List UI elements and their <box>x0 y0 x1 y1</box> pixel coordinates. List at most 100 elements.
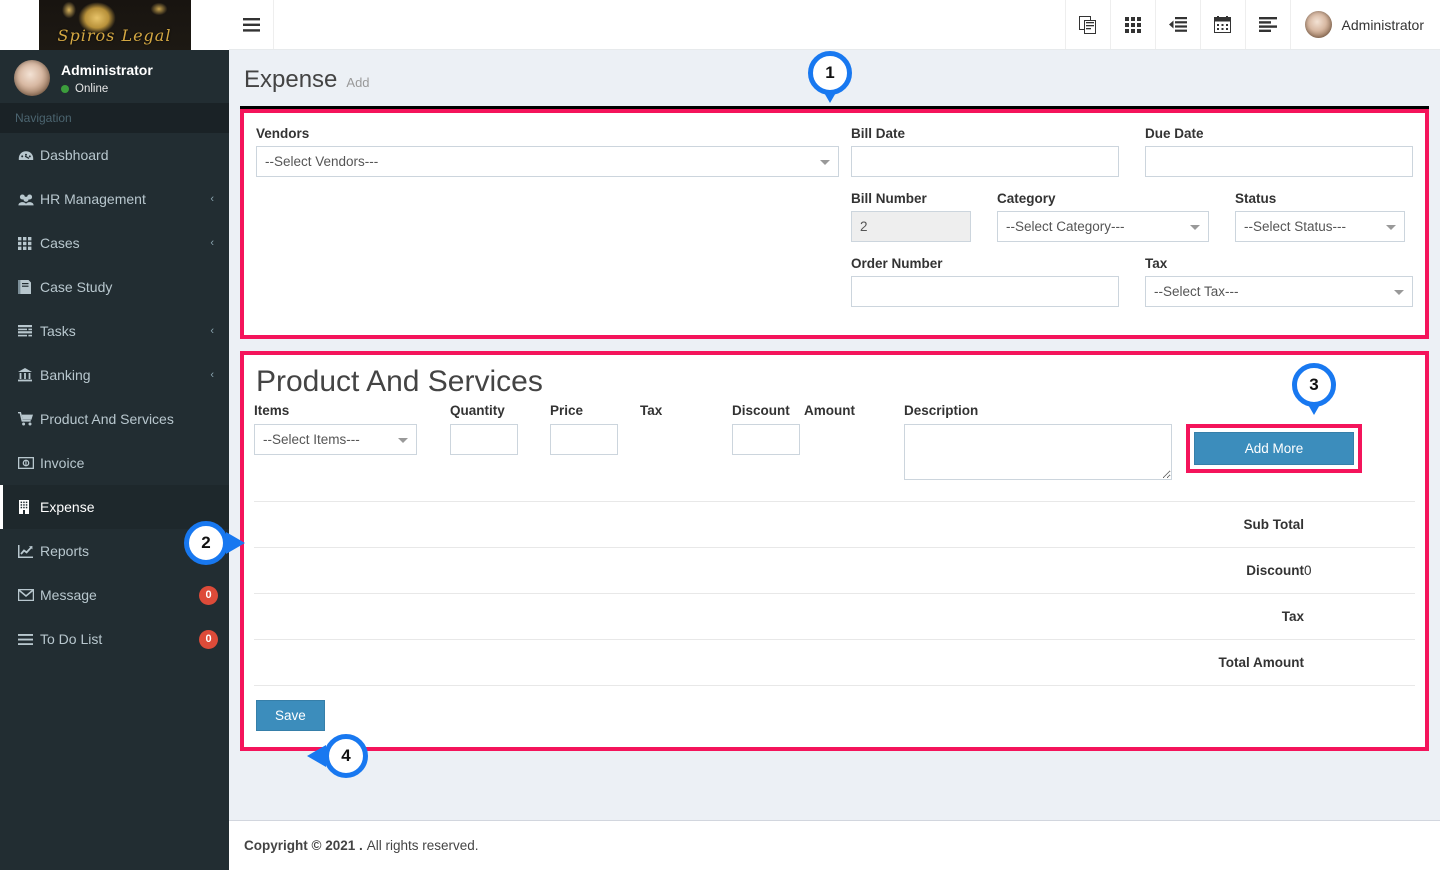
totals-label: Tax <box>1281 609 1304 624</box>
due-date-input[interactable] <box>1145 146 1413 177</box>
sidebar-item-badge: 0 <box>199 629 218 649</box>
callout-marker-1: 1 <box>808 51 852 103</box>
totals-table: Sub Total Discount 0 Tax Total Amount <box>254 501 1415 686</box>
sidebar-item-label: HR Management <box>40 191 146 207</box>
app-root: Spiros Legal Administrator Online Naviga… <box>0 0 1440 870</box>
dashboard-icon <box>18 149 40 162</box>
products-highlight: Product And Services Items Quantity Pric… <box>240 351 1429 751</box>
col-price: Price <box>550 403 584 418</box>
status-select[interactable]: --Select Status--- <box>1235 211 1405 242</box>
clone-icon[interactable] <box>1064 0 1110 49</box>
users-icon <box>18 193 40 206</box>
col-tax: Tax <box>640 403 663 418</box>
expense-details-panel: Vendors --Select Vendors--- Bill Date Du… <box>240 106 1429 339</box>
avatar <box>14 60 50 96</box>
page-title: Expense <box>244 66 338 93</box>
sidebar-item-dasbhoard[interactable]: Dasbhoard <box>0 133 229 177</box>
bill-number-field-group: Bill Number <box>851 191 971 242</box>
sidebar-item-message[interactable]: Message 0 <box>0 573 229 617</box>
hamburger-icon[interactable] <box>229 0 274 49</box>
footer-copyright: Copyright © 2021 . <box>244 838 363 853</box>
cart-icon <box>18 412 40 426</box>
sidebar-item-cases[interactable]: Cases ‹ <box>0 221 229 265</box>
order-number-input[interactable] <box>851 276 1119 307</box>
book-icon <box>18 280 40 294</box>
items-select-value: --Select Items--- <box>263 432 360 447</box>
sidebar-item-tasks[interactable]: Tasks ‹ <box>0 309 229 353</box>
totals-label: Sub Total <box>1243 517 1305 532</box>
topbar-user-name: Administrator <box>1341 16 1424 33</box>
logo-text: Spiros Legal <box>57 26 172 45</box>
date-row: Bill Date Due Date <box>851 126 1413 191</box>
price-input[interactable] <box>550 424 618 455</box>
nav-section-header: Navigation <box>0 103 229 133</box>
callout-number-3: 3 <box>1292 363 1336 407</box>
sidebar-item-label: Message <box>40 587 97 603</box>
sidebar-item-hr-management[interactable]: HR Management ‹ <box>0 177 229 221</box>
bill-number-input[interactable] <box>851 211 971 242</box>
avatar <box>1304 11 1332 38</box>
totals-value <box>1304 594 1415 640</box>
cell-items: --Select Items--- <box>254 424 450 485</box>
topbar-user-menu[interactable]: Administrator <box>1289 0 1440 49</box>
category-select-value: --Select Category--- <box>1006 219 1125 234</box>
sidebar-user-panel: Administrator Online <box>0 50 229 103</box>
expense-details-highlight: Vendors --Select Vendors--- Bill Date Du… <box>240 109 1429 339</box>
tasks-icon <box>18 325 40 337</box>
save-row: Save <box>254 686 1415 737</box>
sidebar-item-label: Product And Services <box>40 411 174 427</box>
products-title: Product And Services <box>256 365 543 398</box>
bill-date-field-group: Bill Date <box>851 126 1119 177</box>
save-button[interactable]: Save <box>256 700 325 731</box>
brand-logo[interactable]: Spiros Legal <box>0 0 229 50</box>
status-field-group: Status --Select Status--- <box>1235 191 1405 242</box>
sidebar-item-invoice[interactable]: Invoice <box>0 441 229 485</box>
calendar-icon[interactable] <box>1199 0 1245 49</box>
col-description: Description <box>904 403 979 418</box>
align-left-icon[interactable] <box>1244 0 1290 49</box>
col-items: Items <box>254 403 290 418</box>
sidebar-item-label: Banking <box>40 367 91 383</box>
description-textarea[interactable] <box>904 424 1172 480</box>
form-column-left: Vendors --Select Vendors--- <box>256 126 851 321</box>
sidebar-item-label: Cases <box>40 235 80 251</box>
sidebar-item-label: To Do List <box>40 631 103 647</box>
sidebar-item-case-study[interactable]: Case Study <box>0 265 229 309</box>
sidebar-item-label: Tasks <box>40 323 76 339</box>
form-column-right: Bill Date Due Date Bill Number 2 Categor… <box>851 126 1413 321</box>
sidebar-item-to-do-list[interactable]: To Do List 0 <box>0 617 229 661</box>
bank-icon <box>18 368 40 382</box>
bill-number-label: Bill Number <box>851 191 927 206</box>
topbar: Administrator <box>229 0 1440 50</box>
logo-image: Spiros Legal <box>38 0 191 50</box>
items-table-header-row: Items Quantity Price Tax Discount Amount… <box>254 403 1415 424</box>
tax-select-value: --Select Tax--- <box>1154 284 1239 299</box>
items-select[interactable]: --Select Items--- <box>254 424 417 455</box>
vendors-select[interactable]: --Select Vendors--- <box>256 146 839 177</box>
totals-label: Total Amount <box>1218 655 1304 670</box>
bill-date-input[interactable] <box>851 146 1119 177</box>
tax-field-group: Tax --Select Tax--- <box>1145 256 1413 307</box>
quantity-input[interactable] <box>450 424 518 455</box>
cell-add-more: Add More <box>1186 424 1415 485</box>
totals-value <box>1304 502 1415 548</box>
vendors-field-group: Vendors --Select Vendors--- <box>256 126 839 177</box>
sidebar-item-banking[interactable]: Banking ‹ <box>0 353 229 397</box>
category-select[interactable]: --Select Category--- <box>997 211 1209 242</box>
cell-amount <box>804 424 904 485</box>
order-number-label: Order Number <box>851 256 943 271</box>
col-discount: Discount <box>732 403 790 418</box>
tax-select[interactable]: --Select Tax--- <box>1145 276 1413 307</box>
cell-price <box>550 424 640 485</box>
add-more-button[interactable]: Add More <box>1194 432 1354 465</box>
discount-input[interactable] <box>732 424 800 455</box>
list-icon <box>18 633 40 645</box>
totals-row: Tax <box>254 593 1415 640</box>
grid-icon[interactable] <box>1109 0 1155 49</box>
indent-icon[interactable] <box>1154 0 1200 49</box>
callout-marker-4: 4 <box>307 734 368 778</box>
sidebar-item-product-and-services[interactable]: Product And Services <box>0 397 229 441</box>
chevron-left-icon: ‹ <box>210 237 214 249</box>
callout-marker-3: 3 <box>1292 363 1336 415</box>
building-icon <box>18 500 40 514</box>
